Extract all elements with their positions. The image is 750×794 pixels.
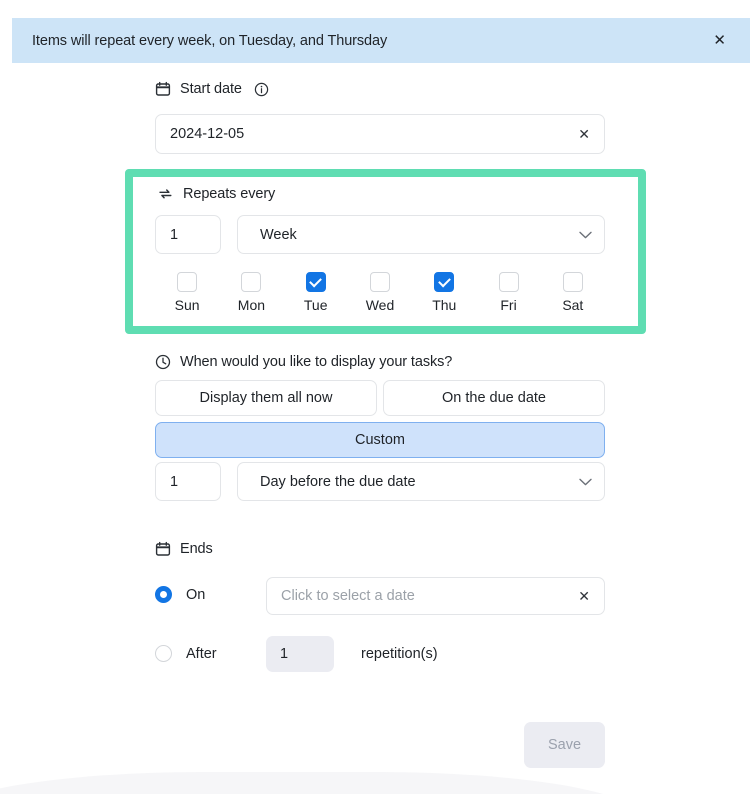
ends-on-label: On: [186, 587, 206, 603]
checkbox-sun[interactable]: [177, 272, 198, 292]
weekday-sun[interactable]: Sun: [155, 272, 219, 313]
display-option-label: Custom: [355, 432, 405, 448]
repeat-unit-select[interactable]: Week: [237, 215, 605, 254]
ends-label-row: Ends: [155, 541, 213, 557]
repeats-label-row: Repeats every: [157, 186, 275, 202]
repeat-icon: [157, 186, 174, 202]
display-tasks-label: When would you like to display your task…: [180, 354, 453, 370]
ends-label: Ends: [180, 541, 213, 557]
ends-after-suffix: repetition(s): [361, 646, 438, 662]
display-offset-unit-select[interactable]: Day before the due date: [237, 462, 605, 501]
calendar-icon: [155, 81, 171, 97]
chevron-down-icon: [579, 475, 592, 489]
display-option-label: Display them all now: [199, 390, 333, 406]
recurrence-settings-panel: Items will repeat every week, on Tuesday…: [0, 0, 750, 794]
repeat-interval-input[interactable]: 1: [155, 215, 221, 254]
display-offset-input[interactable]: 1: [155, 462, 221, 501]
checkbox-tue[interactable]: [305, 272, 326, 292]
display-tasks-label-row: When would you like to display your task…: [155, 354, 452, 370]
weekday-label: Wed: [365, 297, 395, 313]
clear-start-date-icon[interactable]: ✕: [570, 126, 590, 143]
banner-message: Items will repeat every week, on Tuesday…: [32, 32, 388, 49]
clock-icon: [155, 354, 171, 370]
clear-ends-date-icon[interactable]: ✕: [570, 588, 590, 605]
close-icon[interactable]: ✕: [707, 29, 732, 52]
weekday-label: Tue: [303, 297, 328, 313]
ends-on-date-placeholder: Click to select a date: [281, 588, 415, 604]
start-date-label-row: Start date: [155, 81, 269, 97]
repeat-interval-value: 1: [170, 226, 179, 243]
display-option-all-now[interactable]: Display them all now: [155, 380, 377, 416]
weekday-tue[interactable]: Tue: [284, 272, 348, 313]
weekday-wed[interactable]: Wed: [348, 272, 412, 313]
repeats-label: Repeats every: [183, 186, 276, 202]
start-date-value: 2024-12-05: [170, 126, 245, 142]
calendar-icon: [155, 541, 171, 557]
radio-ends-on[interactable]: [155, 586, 172, 603]
display-option-due-date[interactable]: On the due date: [383, 380, 605, 416]
display-option-custom[interactable]: Custom: [155, 422, 605, 458]
repeat-summary-banner: Items will repeat every week, on Tuesday…: [12, 18, 750, 63]
ends-after-count-input[interactable]: 1: [266, 636, 334, 672]
display-offset-value: 1: [170, 473, 179, 490]
checkbox-thu[interactable]: [434, 272, 455, 292]
weekday-fri[interactable]: Fri: [476, 272, 540, 313]
start-date-input[interactable]: 2024-12-05 ✕: [155, 114, 605, 154]
ends-on-date-input[interactable]: Click to select a date ✕: [266, 577, 605, 615]
display-option-label: On the due date: [442, 390, 546, 406]
weekday-label: Thu: [432, 297, 457, 313]
repeat-unit-value: Week: [260, 226, 297, 243]
radio-ends-after[interactable]: [155, 645, 172, 662]
weekday-checkbox-group: Sun Mon Tue Wed Thu Fri Sat: [155, 272, 605, 313]
checkbox-sat[interactable]: [562, 272, 583, 292]
info-icon[interactable]: [254, 82, 269, 97]
weekday-mon[interactable]: Mon: [219, 272, 283, 313]
save-button[interactable]: Save: [524, 722, 605, 768]
page-bottom-shadow: [0, 772, 640, 794]
display-offset-unit-value: Day before the due date: [260, 473, 416, 490]
weekday-label: Sun: [174, 297, 200, 313]
checkbox-mon[interactable]: [241, 272, 262, 292]
ends-after-label: After: [186, 646, 217, 662]
start-date-label: Start date: [180, 81, 242, 97]
checkbox-wed[interactable]: [369, 272, 390, 292]
weekday-sat[interactable]: Sat: [541, 272, 605, 313]
weekday-thu[interactable]: Thu: [412, 272, 476, 313]
weekday-label: Mon: [237, 297, 266, 313]
ends-after-count-value: 1: [280, 646, 289, 662]
weekday-label: Fri: [500, 297, 517, 313]
weekday-label: Sat: [562, 297, 584, 313]
chevron-down-icon: [579, 228, 592, 242]
checkbox-fri[interactable]: [498, 272, 519, 292]
